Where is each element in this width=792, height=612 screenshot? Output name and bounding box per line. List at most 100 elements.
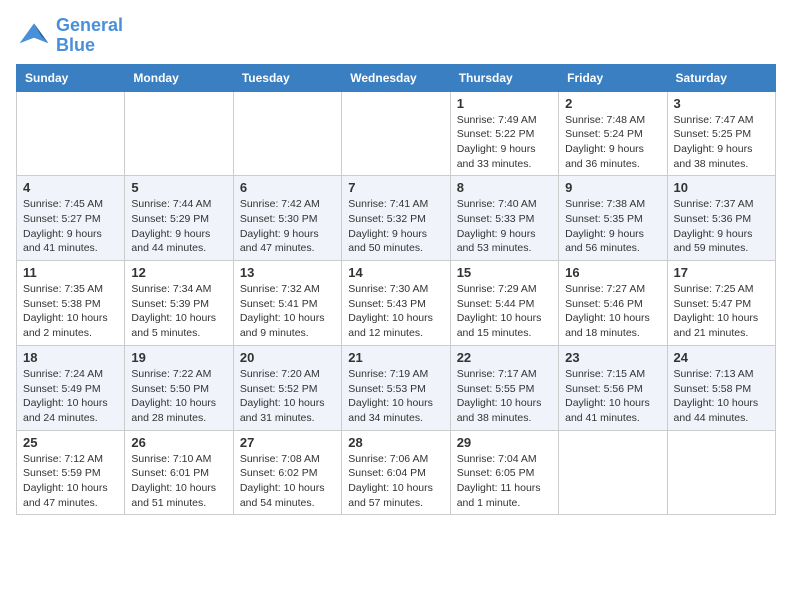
- day-number: 9: [565, 180, 660, 195]
- calendar-cell: 28 Sunrise: 7:06 AM Sunset: 6:04 PM Dayli…: [342, 430, 450, 515]
- calendar-cell: 17 Sunrise: 7:25 AM Sunset: 5:47 PM Dayli…: [667, 261, 775, 346]
- weekday-header-monday: Monday: [125, 64, 233, 91]
- day-info: Sunrise: 7:35 AM Sunset: 5:38 PM Dayligh…: [23, 282, 118, 341]
- day-number: 27: [240, 435, 335, 450]
- calendar-week-row: 18 Sunrise: 7:24 AM Sunset: 5:49 PM Dayli…: [17, 345, 776, 430]
- day-number: 7: [348, 180, 443, 195]
- day-number: 8: [457, 180, 552, 195]
- day-number: 17: [674, 265, 769, 280]
- calendar-cell: 12 Sunrise: 7:34 AM Sunset: 5:39 PM Dayli…: [125, 261, 233, 346]
- calendar-cell: 9 Sunrise: 7:38 AM Sunset: 5:35 PM Daylig…: [559, 176, 667, 261]
- calendar-cell: 10Sunrise: 7:37 AM Sunset: 5:36 PM Dayli…: [667, 176, 775, 261]
- day-info: Sunrise: 7:17 AM Sunset: 5:55 PM Dayligh…: [457, 367, 552, 426]
- day-number: 14: [348, 265, 443, 280]
- day-info: Sunrise: 7:04 AM Sunset: 6:05 PM Dayligh…: [457, 452, 552, 511]
- day-info: Sunrise: 7:10 AM Sunset: 6:01 PM Dayligh…: [131, 452, 226, 511]
- day-number: 13: [240, 265, 335, 280]
- calendar-week-row: 25 Sunrise: 7:12 AM Sunset: 5:59 PM Dayli…: [17, 430, 776, 515]
- weekday-header-sunday: Sunday: [17, 64, 125, 91]
- day-info: Sunrise: 7:22 AM Sunset: 5:50 PM Dayligh…: [131, 367, 226, 426]
- calendar-cell: [342, 91, 450, 176]
- day-number: 20: [240, 350, 335, 365]
- day-info: Sunrise: 7:25 AM Sunset: 5:47 PM Dayligh…: [674, 282, 769, 341]
- weekday-header-saturday: Saturday: [667, 64, 775, 91]
- day-info: Sunrise: 7:44 AM Sunset: 5:29 PM Dayligh…: [131, 197, 226, 256]
- calendar-cell: 21 Sunrise: 7:19 AM Sunset: 5:53 PM Dayli…: [342, 345, 450, 430]
- day-number: 3: [674, 96, 769, 111]
- calendar-cell: 13 Sunrise: 7:32 AM Sunset: 5:41 PM Dayli…: [233, 261, 341, 346]
- calendar-cell: 25 Sunrise: 7:12 AM Sunset: 5:59 PM Dayli…: [17, 430, 125, 515]
- title-area: [123, 16, 776, 18]
- calendar-cell: 18 Sunrise: 7:24 AM Sunset: 5:49 PM Dayli…: [17, 345, 125, 430]
- weekday-header-tuesday: Tuesday: [233, 64, 341, 91]
- day-number: 6: [240, 180, 335, 195]
- calendar-cell: 20Sunrise: 7:20 AM Sunset: 5:52 PM Dayli…: [233, 345, 341, 430]
- header: General Blue: [16, 16, 776, 56]
- day-number: 25: [23, 435, 118, 450]
- logo-icon: [16, 18, 52, 54]
- day-info: Sunrise: 7:24 AM Sunset: 5:49 PM Dayligh…: [23, 367, 118, 426]
- day-info: Sunrise: 7:06 AM Sunset: 6:04 PM Dayligh…: [348, 452, 443, 511]
- weekday-header-thursday: Thursday: [450, 64, 558, 91]
- logo-text: General Blue: [56, 16, 123, 56]
- day-number: 21: [348, 350, 443, 365]
- day-number: 18: [23, 350, 118, 365]
- calendar-cell: 11 Sunrise: 7:35 AM Sunset: 5:38 PM Dayli…: [17, 261, 125, 346]
- day-info: Sunrise: 7:37 AM Sunset: 5:36 PM Dayligh…: [674, 197, 769, 256]
- calendar-cell: 5 Sunrise: 7:44 AM Sunset: 5:29 PM Daylig…: [125, 176, 233, 261]
- day-number: 15: [457, 265, 552, 280]
- day-number: 22: [457, 350, 552, 365]
- calendar-cell: [233, 91, 341, 176]
- calendar: SundayMondayTuesdayWednesdayThursdayFrid…: [16, 64, 776, 516]
- day-info: Sunrise: 7:41 AM Sunset: 5:32 PM Dayligh…: [348, 197, 443, 256]
- day-number: 28: [348, 435, 443, 450]
- calendar-cell: 1Sunrise: 7:49 AM Sunset: 5:22 PM Daylig…: [450, 91, 558, 176]
- calendar-cell: 3 Sunrise: 7:47 AM Sunset: 5:25 PM Daylig…: [667, 91, 775, 176]
- calendar-cell: 2 Sunrise: 7:48 AM Sunset: 5:24 PM Daylig…: [559, 91, 667, 176]
- day-number: 24: [674, 350, 769, 365]
- day-info: Sunrise: 7:45 AM Sunset: 5:27 PM Dayligh…: [23, 197, 118, 256]
- day-number: 29: [457, 435, 552, 450]
- calendar-header-row: SundayMondayTuesdayWednesdayThursdayFrid…: [17, 64, 776, 91]
- day-info: Sunrise: 7:40 AM Sunset: 5:33 PM Dayligh…: [457, 197, 552, 256]
- calendar-cell: [559, 430, 667, 515]
- calendar-cell: 24 Sunrise: 7:13 AM Sunset: 5:58 PM Dayli…: [667, 345, 775, 430]
- day-number: 26: [131, 435, 226, 450]
- calendar-cell: 27 Sunrise: 7:08 AM Sunset: 6:02 PM Dayli…: [233, 430, 341, 515]
- day-info: Sunrise: 7:49 AM Sunset: 5:22 PM Dayligh…: [457, 113, 552, 172]
- day-number: 23: [565, 350, 660, 365]
- calendar-cell: 8 Sunrise: 7:40 AM Sunset: 5:33 PM Daylig…: [450, 176, 558, 261]
- calendar-week-row: 4Sunrise: 7:45 AM Sunset: 5:27 PM Daylig…: [17, 176, 776, 261]
- calendar-cell: 29 Sunrise: 7:04 AM Sunset: 6:05 PM Dayli…: [450, 430, 558, 515]
- day-info: Sunrise: 7:34 AM Sunset: 5:39 PM Dayligh…: [131, 282, 226, 341]
- calendar-cell: 15 Sunrise: 7:29 AM Sunset: 5:44 PM Dayli…: [450, 261, 558, 346]
- day-info: Sunrise: 7:47 AM Sunset: 5:25 PM Dayligh…: [674, 113, 769, 172]
- day-number: 19: [131, 350, 226, 365]
- day-number: 2: [565, 96, 660, 111]
- day-info: Sunrise: 7:38 AM Sunset: 5:35 PM Dayligh…: [565, 197, 660, 256]
- day-info: Sunrise: 7:29 AM Sunset: 5:44 PM Dayligh…: [457, 282, 552, 341]
- day-number: 16: [565, 265, 660, 280]
- calendar-cell: 14Sunrise: 7:30 AM Sunset: 5:43 PM Dayli…: [342, 261, 450, 346]
- day-info: Sunrise: 7:08 AM Sunset: 6:02 PM Dayligh…: [240, 452, 335, 511]
- day-info: Sunrise: 7:13 AM Sunset: 5:58 PM Dayligh…: [674, 367, 769, 426]
- day-info: Sunrise: 7:42 AM Sunset: 5:30 PM Dayligh…: [240, 197, 335, 256]
- calendar-cell: 16Sunrise: 7:27 AM Sunset: 5:46 PM Dayli…: [559, 261, 667, 346]
- calendar-cell: 19 Sunrise: 7:22 AM Sunset: 5:50 PM Dayli…: [125, 345, 233, 430]
- day-info: Sunrise: 7:32 AM Sunset: 5:41 PM Dayligh…: [240, 282, 335, 341]
- day-info: Sunrise: 7:48 AM Sunset: 5:24 PM Dayligh…: [565, 113, 660, 172]
- calendar-cell: [125, 91, 233, 176]
- day-info: Sunrise: 7:12 AM Sunset: 5:59 PM Dayligh…: [23, 452, 118, 511]
- day-info: Sunrise: 7:19 AM Sunset: 5:53 PM Dayligh…: [348, 367, 443, 426]
- day-info: Sunrise: 7:15 AM Sunset: 5:56 PM Dayligh…: [565, 367, 660, 426]
- weekday-header-friday: Friday: [559, 64, 667, 91]
- calendar-week-row: 1Sunrise: 7:49 AM Sunset: 5:22 PM Daylig…: [17, 91, 776, 176]
- calendar-cell: 6 Sunrise: 7:42 AM Sunset: 5:30 PM Daylig…: [233, 176, 341, 261]
- calendar-cell: 23 Sunrise: 7:15 AM Sunset: 5:56 PM Dayli…: [559, 345, 667, 430]
- calendar-cell: 4Sunrise: 7:45 AM Sunset: 5:27 PM Daylig…: [17, 176, 125, 261]
- calendar-cell: 7 Sunrise: 7:41 AM Sunset: 5:32 PM Daylig…: [342, 176, 450, 261]
- day-number: 12: [131, 265, 226, 280]
- day-number: 11: [23, 265, 118, 280]
- calendar-week-row: 11 Sunrise: 7:35 AM Sunset: 5:38 PM Dayli…: [17, 261, 776, 346]
- day-number: 5: [131, 180, 226, 195]
